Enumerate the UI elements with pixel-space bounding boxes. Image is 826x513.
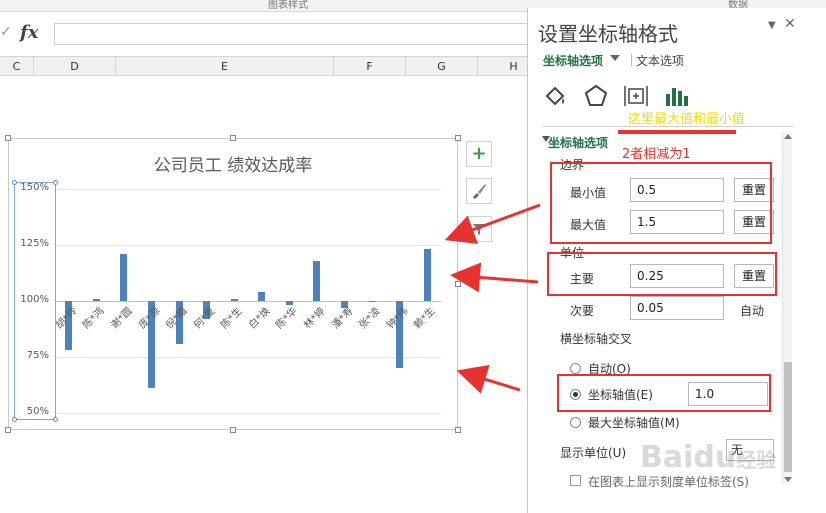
annotation-arrows (444, 203, 541, 394)
arrow-to-major (450, 262, 539, 293)
arrow-to-cross (456, 364, 521, 394)
arrow-to-max (444, 203, 541, 244)
baidu-watermark: Baidu经验 (640, 440, 776, 475)
watermark-brand: Baidu (640, 440, 737, 475)
watermark-suffix: 经验 (736, 448, 777, 472)
